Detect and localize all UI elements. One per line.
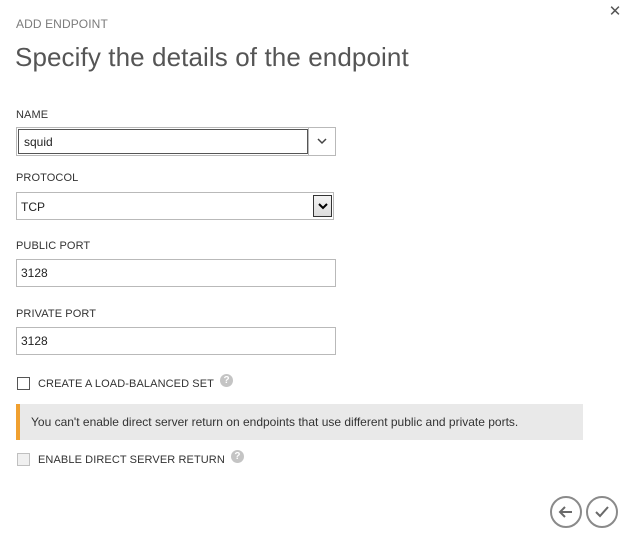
protocol-label: PROTOCOL [16, 172, 79, 184]
checkmark-icon [595, 506, 609, 518]
direct-server-return-checkbox[interactable] [17, 453, 30, 466]
name-label: NAME [16, 109, 49, 121]
public-port-input[interactable] [16, 259, 336, 287]
protocol-dropdown-button[interactable] [313, 195, 332, 217]
page-title: Specify the details of the endpoint [15, 42, 409, 72]
protocol-select[interactable]: TCP [16, 192, 334, 220]
chevron-down-icon [317, 138, 327, 145]
protocol-selected-value: TCP [21, 200, 45, 214]
private-port-label: PRIVATE PORT [16, 308, 97, 320]
chevron-down-icon [317, 202, 328, 209]
load-balanced-label[interactable]: CREATE A LOAD-BALANCED SET [38, 378, 214, 390]
load-balanced-checkbox[interactable] [17, 377, 30, 390]
arrow-left-icon [558, 506, 572, 518]
public-port-label: PUBLIC PORT [16, 240, 91, 252]
direct-server-return-label: ENABLE DIRECT SERVER RETURN [38, 453, 225, 466]
name-dropdown-button[interactable] [308, 128, 335, 155]
name-combobox [16, 127, 336, 156]
direct-server-return-row: ENABLE DIRECT SERVER RETURN ? [17, 450, 244, 466]
help-icon[interactable]: ? [220, 374, 234, 387]
warning-banner: You can't enable direct server return on… [16, 404, 583, 440]
dialog-eyebrow: ADD ENDPOINT [16, 17, 108, 31]
warning-text: You can't enable direct server return on… [31, 415, 519, 429]
back-button[interactable] [550, 496, 582, 528]
name-input[interactable] [18, 129, 308, 154]
close-icon[interactable]: ✕ [607, 4, 623, 20]
private-port-input[interactable] [16, 327, 336, 355]
add-endpoint-dialog: ✕ ADD ENDPOINT Specify the details of th… [0, 0, 631, 534]
load-balanced-row: CREATE A LOAD-BALANCED SET ? [17, 374, 234, 390]
confirm-button[interactable] [586, 496, 618, 528]
help-icon[interactable]: ? [230, 450, 244, 463]
